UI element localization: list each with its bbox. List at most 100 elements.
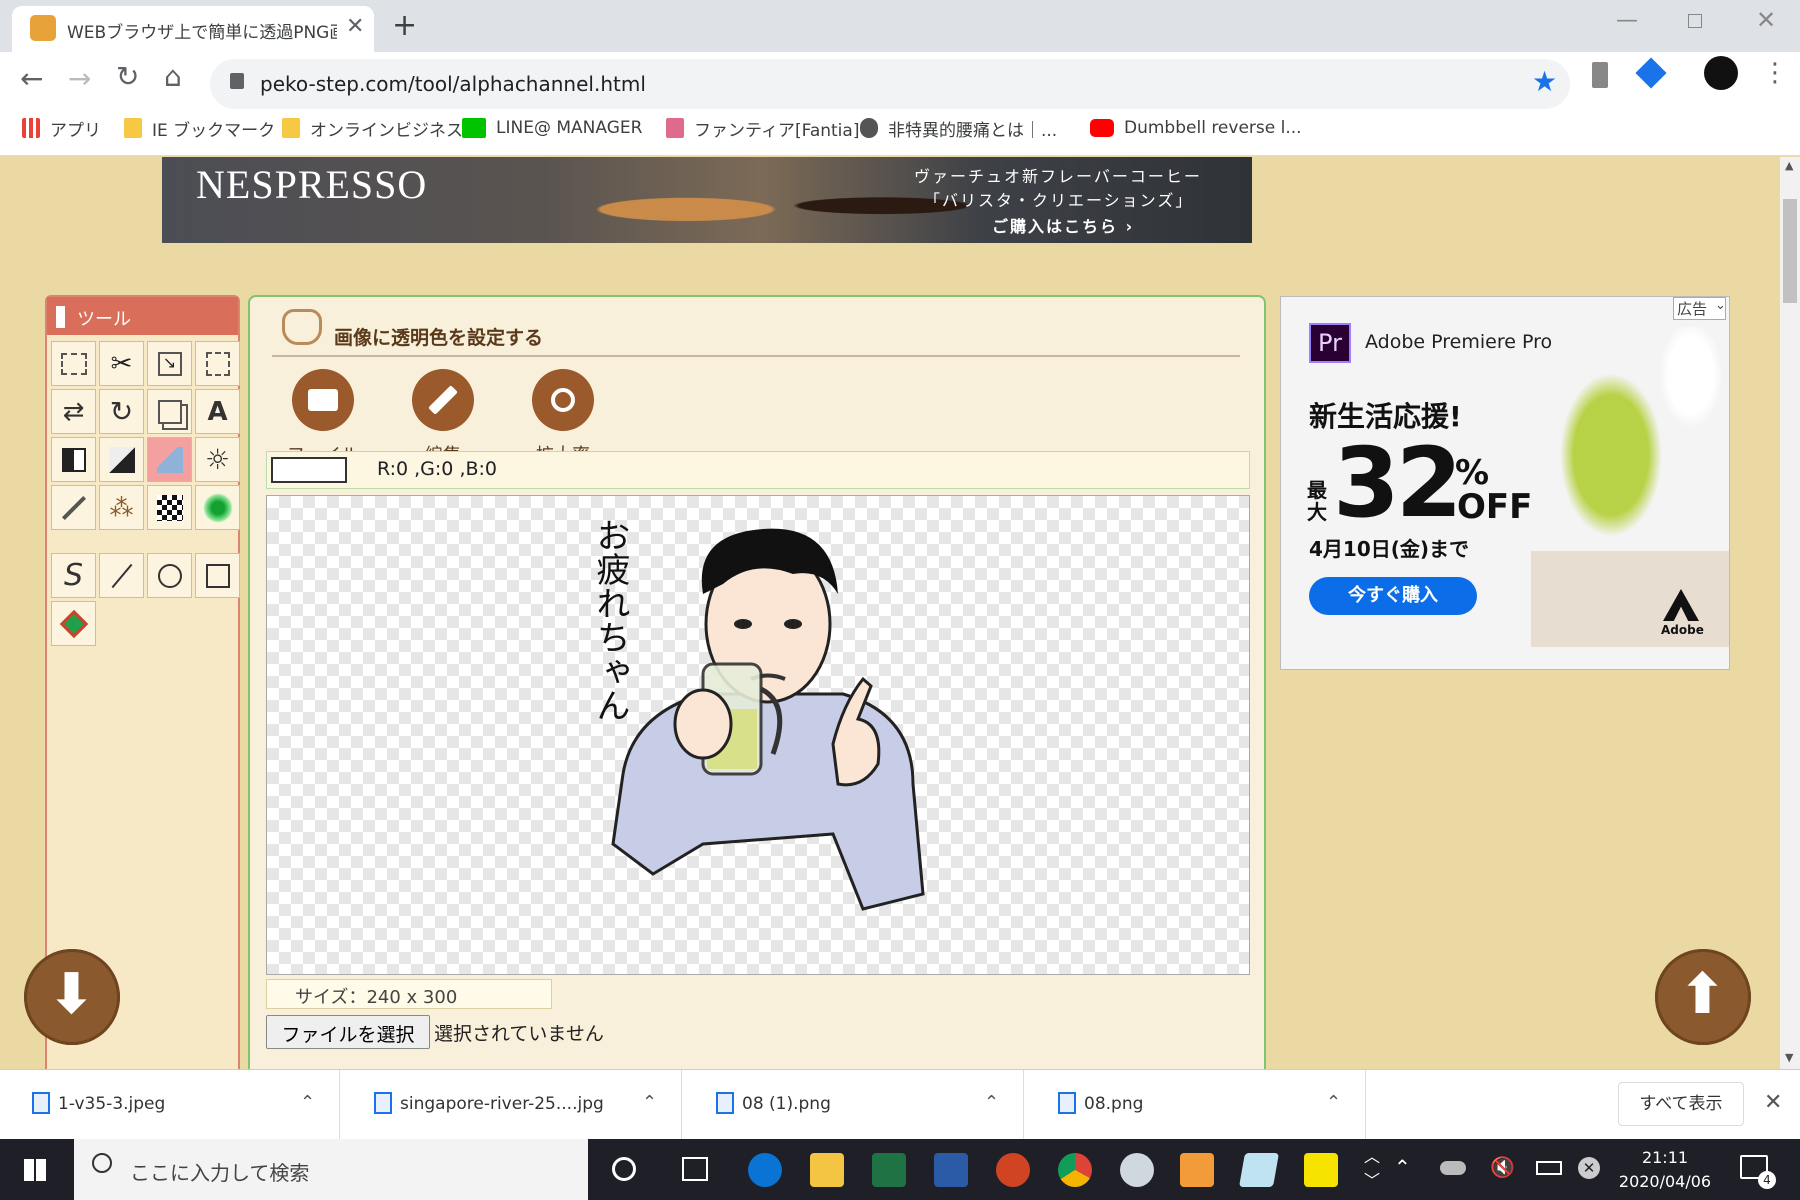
address-bar[interactable]: peko-step.com/tool/alphachannel.html ★ [210, 59, 1570, 109]
bookmark-line-manager[interactable]: LINE@ MANAGER [462, 115, 642, 141]
task-view-icon[interactable] [682, 1157, 708, 1181]
tool-rotate[interactable]: ↻ [99, 389, 144, 434]
tool-brightness[interactable]: ☼ [195, 437, 240, 482]
tray-chevron-up-icon[interactable]: ⌃ [1394, 1155, 1411, 1179]
ad-off: OFF [1457, 487, 1533, 527]
sun-icon: ☼ [204, 443, 231, 476]
show-all-downloads-button[interactable]: すべて表示 [1618, 1082, 1744, 1126]
scroll-down-button[interactable]: ⬇ [24, 949, 120, 1045]
adobe-premiere-ad[interactable]: 広告 ⌄ Pr Adobe Premiere Pro 新生活応援! 最大 32 … [1280, 296, 1730, 670]
image-canvas[interactable]: お疲れちゃん [266, 495, 1250, 975]
tool-grayscale[interactable] [51, 437, 96, 482]
scroll-down-arrow-icon[interactable]: ▼ [1785, 1051, 1793, 1064]
scrollbar-thumb[interactable] [1783, 199, 1797, 303]
scroll-up-arrow-icon[interactable]: ▲ [1785, 159, 1793, 172]
back-icon[interactable]: ← [20, 62, 43, 95]
tool-paste[interactable] [147, 389, 192, 434]
tool-effect[interactable]: ⁂ [99, 485, 144, 530]
paint-icon[interactable] [1120, 1153, 1154, 1187]
close-download-bar-icon[interactable]: ✕ [1764, 1090, 1782, 1115]
close-window-icon[interactable]: ✕ [1756, 6, 1776, 34]
tool-line[interactable] [99, 553, 144, 598]
word-icon[interactable] [934, 1153, 968, 1187]
photo-editor-icon[interactable] [1180, 1153, 1214, 1187]
bookmark-online-business[interactable]: オンラインビジネス [282, 115, 463, 141]
clock-time: 21:11 [1641, 1148, 1689, 1167]
bookmark-apps[interactable]: アプリ [22, 115, 101, 141]
tool-freehand[interactable]: S [51, 553, 96, 598]
bookmark-fantia[interactable]: ファンティア[Fantia] [666, 115, 859, 141]
download-item[interactable]: 08.png ⌃ [1026, 1070, 1366, 1140]
blur-circle-icon [202, 492, 233, 523]
forward-icon[interactable]: → [68, 62, 91, 95]
file-menu-button[interactable] [292, 369, 354, 431]
tool-color-swap[interactable] [99, 437, 144, 482]
tool-blur[interactable] [195, 485, 240, 530]
tool-eyedropper[interactable] [51, 485, 96, 530]
ad-cta-button[interactable]: 今すぐ購入 [1309, 577, 1477, 615]
nespresso-banner-ad[interactable]: NESPRESSO ヴァーチュオ新フレーバーコーヒー 「バリスタ・クリエーション… [162, 157, 1252, 243]
network-disconnected-icon[interactable]: ✕ [1578, 1157, 1600, 1179]
cortana-icon[interactable] [612, 1157, 636, 1181]
taskbar-search-box[interactable]: ここに入力して検索 [74, 1139, 588, 1200]
onedrive-icon[interactable] [1440, 1161, 1466, 1175]
bookmark-dumbbell[interactable]: Dumbbell reverse l... [1090, 115, 1302, 141]
new-tab-icon[interactable]: + [392, 8, 417, 43]
windows-start-icon[interactable] [24, 1159, 46, 1181]
chevron-up-icon[interactable]: ⌃ [1326, 1092, 1341, 1113]
battery-icon[interactable] [1536, 1161, 1562, 1175]
editor-panel: 画像に透明色を設定する ファイル 編集 拡大率 R:0 ,G:0 ,B:0 お疲… [248, 295, 1266, 1069]
excel-icon[interactable] [872, 1153, 906, 1187]
file-explorer-icon[interactable] [810, 1153, 844, 1187]
powerpoint-icon[interactable] [996, 1153, 1030, 1187]
edge-icon[interactable] [748, 1153, 782, 1187]
tool-text[interactable]: A [195, 389, 240, 434]
menu-kebab-icon[interactable]: ⋮ [1762, 58, 1788, 88]
browser-tab[interactable]: WEBブラウザ上で簡単に透過PNG画 ✕ [12, 6, 374, 52]
tool-rectangle[interactable] [195, 553, 240, 598]
tool-circle[interactable] [147, 553, 192, 598]
edit-menu-button[interactable] [412, 369, 474, 431]
download-item[interactable]: 08 (1).png ⌃ [684, 1070, 1024, 1140]
clock-date: 2020/04/06 [1618, 1172, 1712, 1191]
chevron-up-icon[interactable]: ⌃ [642, 1092, 657, 1113]
url-text[interactable]: peko-step.com/tool/alphachannel.html [260, 72, 646, 96]
sticky-notes-icon[interactable] [1304, 1153, 1338, 1187]
page-scrollbar[interactable]: ▲ ▼ [1780, 157, 1800, 1069]
tool-cut[interactable]: ✂ [99, 341, 144, 386]
close-tab-icon[interactable]: ✕ [346, 14, 364, 39]
download-item[interactable]: singapore-river-25....jpg ⌃ [342, 1070, 682, 1140]
zoom-menu-button[interactable] [532, 369, 594, 431]
taskbar-overflow-chevron-icon[interactable]: ︿ ﹀ [1364, 1145, 1380, 1193]
banner-cta[interactable]: ご購入はこちら › [992, 213, 1134, 237]
extension-download-icon[interactable] [1592, 62, 1608, 88]
bookmark-ie[interactable]: IE ブックマーク [124, 115, 275, 141]
tool-fill[interactable] [51, 601, 96, 646]
extension-shield-icon[interactable] [1635, 57, 1667, 89]
minimize-icon[interactable]: — [1616, 8, 1638, 33]
taskbar-clock[interactable]: 21:11 2020/04/06 [1605, 1146, 1725, 1194]
choose-file-button[interactable]: ファイルを選択 [266, 1015, 430, 1049]
chevron-up-icon[interactable]: ⌃ [300, 1092, 315, 1113]
chrome-icon[interactable] [1058, 1153, 1092, 1187]
bookmark-back-pain[interactable]: 非特異的腰痛とは｜... [860, 115, 1057, 141]
color-swatch [271, 457, 347, 483]
tool-mosaic[interactable] [147, 485, 192, 530]
notes-icon[interactable] [1239, 1153, 1279, 1187]
tool-flip[interactable]: ⇄ [51, 389, 96, 434]
restore-icon[interactable] [1688, 14, 1702, 28]
fill-diamond-icon [59, 609, 88, 638]
tool-transparency[interactable] [147, 437, 192, 482]
bookmark-star-icon[interactable]: ★ [1532, 65, 1557, 98]
profile-avatar[interactable] [1704, 56, 1738, 90]
chevron-up-icon[interactable]: ⌃ [984, 1092, 999, 1113]
reload-icon[interactable]: ↻ [116, 60, 139, 93]
download-item[interactable]: 1-v35-3.jpeg ⌃ [0, 1070, 340, 1140]
tool-rect-select[interactable] [51, 341, 96, 386]
home-icon[interactable]: ⌂ [164, 60, 182, 93]
volume-muted-icon[interactable]: 🔇 [1490, 1155, 1515, 1179]
scroll-up-button[interactable]: ⬆ [1655, 949, 1751, 1045]
tool-resize[interactable]: ↘ [147, 341, 192, 386]
tool-crop[interactable] [195, 341, 240, 386]
tool-panel-header: ツール [47, 297, 238, 335]
